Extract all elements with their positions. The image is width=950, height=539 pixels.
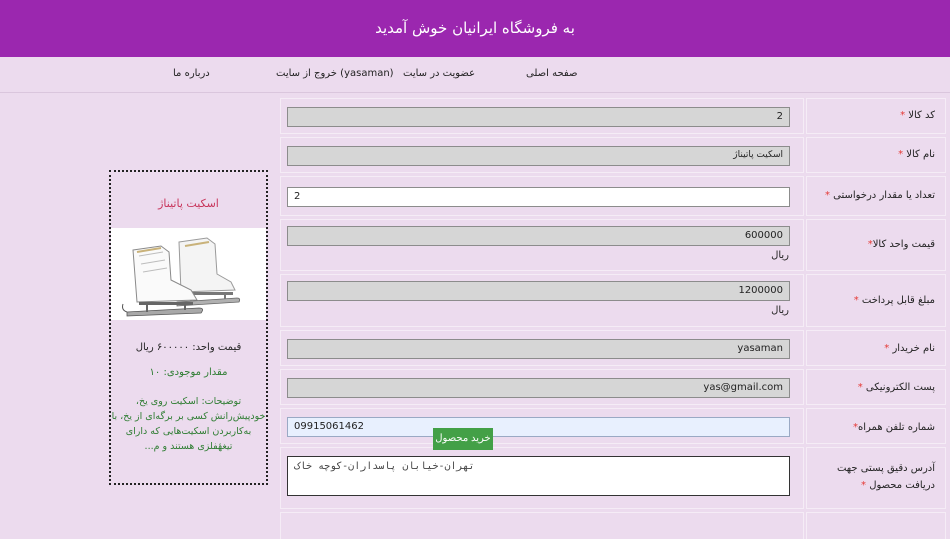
address-textarea[interactable]: تهران-خیابان پاسداران-کوچه خاک bbox=[287, 456, 790, 496]
row-field-quantity: 2 bbox=[280, 176, 804, 216]
payable-amount-input[interactable]: 1200000 bbox=[287, 281, 790, 301]
unit-price-currency: ریال bbox=[771, 250, 789, 261]
row-label-quantity: تعداد یا مقدار درخواستی * bbox=[806, 176, 946, 216]
site-header: به فروشگاه ایرانیان خوش آمدید bbox=[0, 0, 950, 57]
nav-home-link[interactable]: صفحه اصلی bbox=[526, 68, 577, 79]
ice-skates-image bbox=[111, 228, 266, 320]
row-field-address: تهران-خیابان پاسداران-کوچه خاک bbox=[280, 447, 804, 509]
row-label-product-name: نام کالا * bbox=[806, 137, 946, 173]
buyer-name-input[interactable]: yasaman bbox=[287, 339, 790, 359]
buyer-name-label: نام خریدار bbox=[892, 343, 935, 354]
row-field-product-code: 2 bbox=[280, 98, 804, 134]
product-code-input[interactable]: 2 bbox=[287, 107, 790, 127]
row-field-product-name: اسکیت پاتیناژ bbox=[280, 137, 804, 173]
required-mark: * bbox=[857, 382, 863, 393]
product-card-title: اسکیت پاتیناژ bbox=[158, 197, 219, 210]
nav-signup-link[interactable]: عضویت در سایت bbox=[403, 68, 475, 79]
unit-price-label: قیمت واحد کالا bbox=[872, 239, 935, 250]
main-nav: صفحه اصلی عضویت در سایت خروج از سایت (ya… bbox=[0, 57, 950, 93]
address-label: آدرس دقیق پستی جهت دریافت محصول bbox=[836, 463, 935, 491]
required-mark: * bbox=[900, 110, 906, 121]
product-name-label: نام کالا bbox=[906, 149, 935, 160]
row-label-mobile: شماره تلفن همراه* bbox=[806, 408, 946, 444]
row-label-buyer-name: نام خریدار * bbox=[806, 330, 946, 366]
row-field-buyer-name: yasaman bbox=[280, 330, 804, 366]
unit-price-input[interactable]: 600000 bbox=[287, 226, 790, 246]
quantity-label: تعداد یا مقدار درخواستی bbox=[833, 190, 935, 201]
ice-skates-illustration bbox=[122, 237, 241, 317]
required-mark: * bbox=[884, 343, 890, 354]
row-label-address: آدرس دقیق پستی جهت دریافت محصول * bbox=[806, 447, 946, 509]
row-field-submit bbox=[280, 512, 804, 539]
header-title: به فروشگاه ایرانیان خوش آمدید bbox=[375, 19, 575, 37]
row-label-payable-amount: مبلغ قابل پرداخت * bbox=[806, 274, 946, 327]
product-card: اسکیت پاتیناژ قیمت واحد: ۶۰۰۰۰۰ ریال مقد… bbox=[109, 170, 268, 485]
email-input[interactable]: yas@gmail.com bbox=[287, 378, 790, 398]
buy-product-button[interactable]: خرید محصول bbox=[433, 428, 493, 450]
product-name-input[interactable]: اسکیت پاتیناژ bbox=[287, 146, 790, 166]
product-card-price: قیمت واحد: ۶۰۰۰۰۰ ریال bbox=[135, 342, 242, 353]
row-field-email: yas@gmail.com bbox=[280, 369, 804, 405]
row-label-empty bbox=[806, 512, 946, 539]
quantity-input[interactable]: 2 bbox=[287, 187, 790, 207]
nav-about-link[interactable]: درباره ما bbox=[173, 68, 210, 79]
product-code-label: کد کالا bbox=[908, 110, 935, 121]
row-label-product-code: کد کالا * bbox=[806, 98, 946, 134]
row-label-unit-price: قیمت واحد کالا* bbox=[806, 219, 946, 271]
nav-logout-link[interactable]: خروج از سایت (yasaman) bbox=[276, 68, 394, 79]
mobile-input[interactable]: 09915061462 bbox=[287, 417, 790, 437]
required-mark: * bbox=[853, 295, 859, 306]
required-mark: * bbox=[824, 190, 830, 201]
payable-amount-currency: ریال bbox=[771, 305, 789, 316]
row-field-unit-price: 600000 ریال bbox=[280, 219, 804, 271]
payable-amount-label: مبلغ قابل پرداخت bbox=[861, 295, 935, 306]
mobile-label: شماره تلفن همراه bbox=[858, 422, 935, 433]
row-label-email: پست الکترونیکی * bbox=[806, 369, 946, 405]
required-mark: * bbox=[898, 149, 904, 160]
required-mark: * bbox=[861, 480, 866, 491]
email-label: پست الکترونیکی bbox=[865, 382, 935, 393]
row-field-mobile: 09915061462 bbox=[280, 408, 804, 444]
row-field-payable-amount: 1200000 ریال bbox=[280, 274, 804, 327]
product-card-stock: مقدار موجودی: ۱۰ bbox=[149, 367, 228, 378]
product-card-description: توضیحات: اسکیت روی یخ، خودپیش‌رانش کسی ب… bbox=[111, 396, 266, 452]
